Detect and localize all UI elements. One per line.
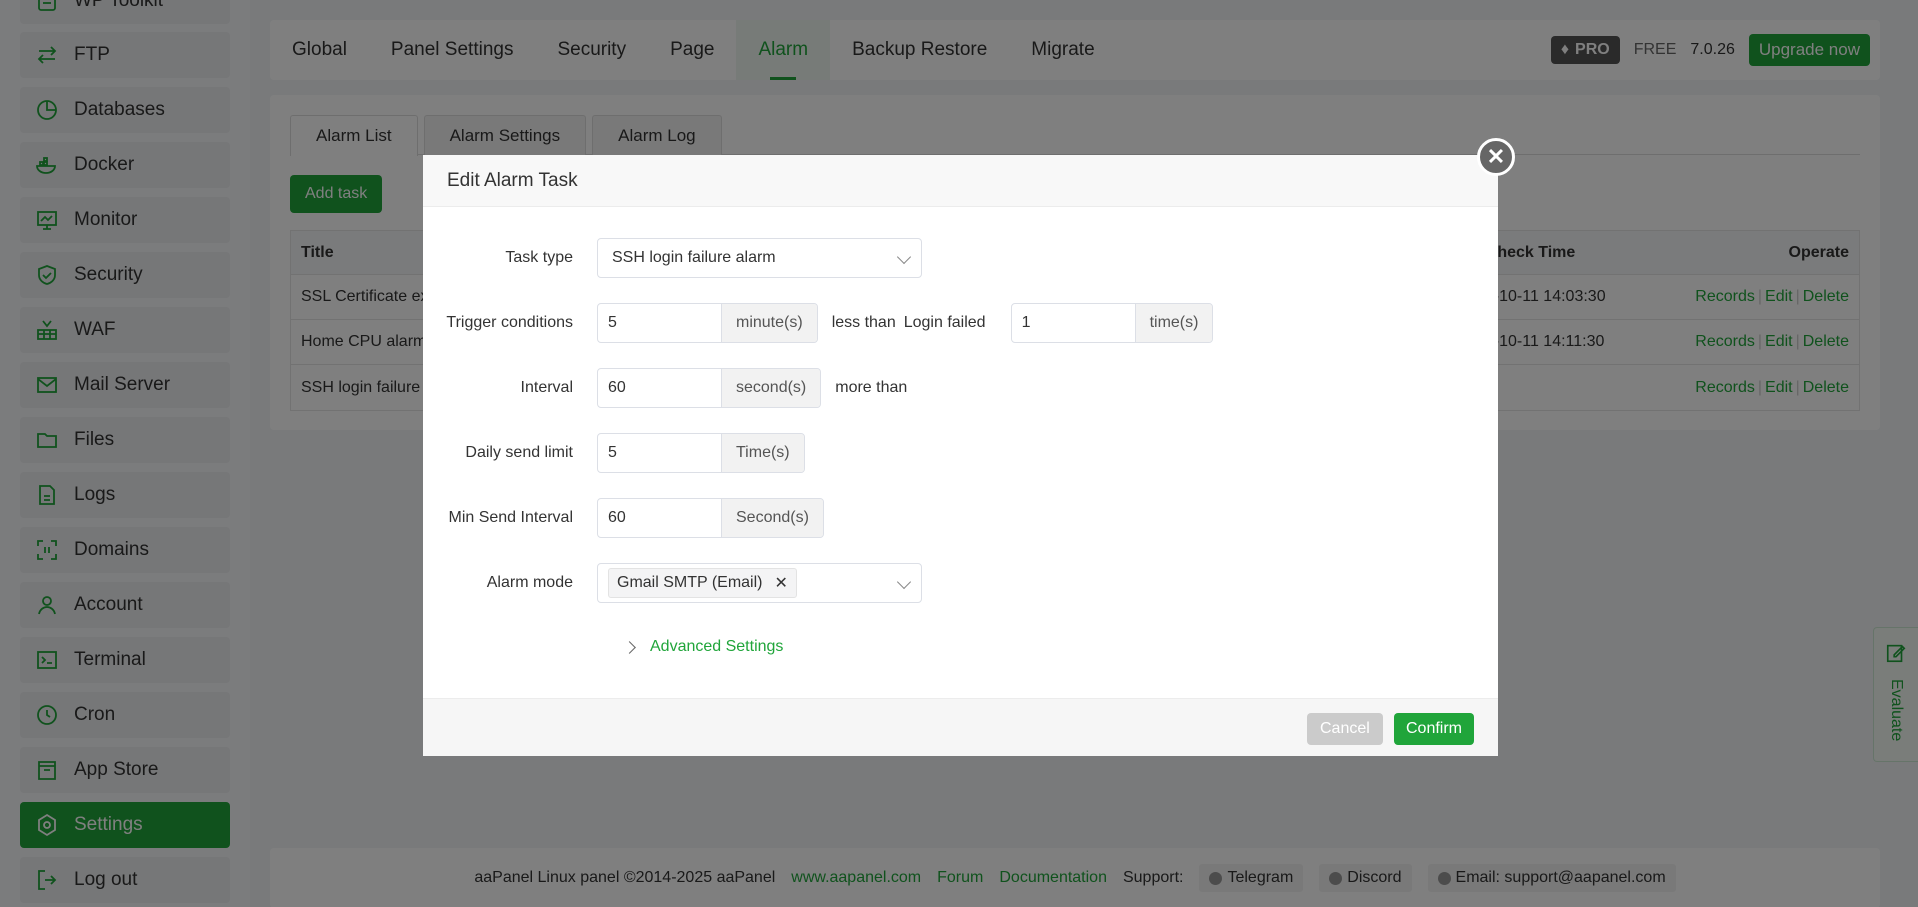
min-send-interval-label: Min Send Interval xyxy=(448,509,573,526)
advanced-settings-toggle[interactable]: Advanced Settings xyxy=(623,638,783,656)
trigger-minutes-input[interactable]: 5 minute(s) xyxy=(597,303,818,343)
dialog-title: Edit Alarm Task xyxy=(423,155,1498,207)
interval-input[interactable]: 60 second(s) xyxy=(597,368,822,408)
alarm-mode-label: Alarm mode xyxy=(486,574,573,591)
chevron-down-icon xyxy=(896,249,912,265)
dialog-footer: Cancel Confirm xyxy=(423,698,1498,756)
daily-send-limit-row: Daily send limit 5 Time(s) xyxy=(423,432,805,474)
less-than-text: less than xyxy=(831,314,896,331)
chevron-right-icon xyxy=(623,640,636,654)
task-type-select[interactable]: SSH login failure alarm xyxy=(597,238,922,278)
chevron-down-icon xyxy=(896,574,912,590)
trigger-conditions-row: Trigger conditions 5 minute(s) less than… xyxy=(423,302,1214,344)
daily-send-limit-input[interactable]: 5 Time(s) xyxy=(597,433,805,473)
min-send-interval-input[interactable]: 60 Second(s) xyxy=(597,498,824,538)
trigger-conditions-label: Trigger conditions xyxy=(446,314,573,331)
alarm-mode-select[interactable]: Gmail SMTP (Email) ✕ xyxy=(597,563,922,603)
alarm-mode-row: Alarm mode Gmail SMTP (Email) ✕ xyxy=(423,562,922,604)
more-than-text: more than xyxy=(835,379,908,396)
interval-label: Interval xyxy=(520,379,573,396)
remove-tag-icon[interactable]: ✕ xyxy=(775,573,788,593)
login-failed-count-input[interactable]: 1 time(s) xyxy=(1010,303,1214,343)
min-send-interval-row: Min Send Interval 60 Second(s) xyxy=(423,497,824,539)
edit-alarm-task-dialog: Edit Alarm Task ✕ Task type SSH login fa… xyxy=(423,138,1515,756)
cancel-button[interactable]: Cancel xyxy=(1307,713,1383,745)
interval-row: Interval 60 second(s) more than xyxy=(423,367,907,409)
close-icon[interactable]: ✕ xyxy=(1477,138,1515,176)
login-failed-text: Login failed xyxy=(903,314,986,331)
task-type-row: Task type SSH login failure alarm xyxy=(423,237,922,279)
task-type-label: Task type xyxy=(505,249,573,266)
confirm-button[interactable]: Confirm xyxy=(1394,713,1475,745)
daily-send-limit-label: Daily send limit xyxy=(465,444,573,461)
alarm-mode-tag: Gmail SMTP (Email) ✕ xyxy=(608,568,797,598)
